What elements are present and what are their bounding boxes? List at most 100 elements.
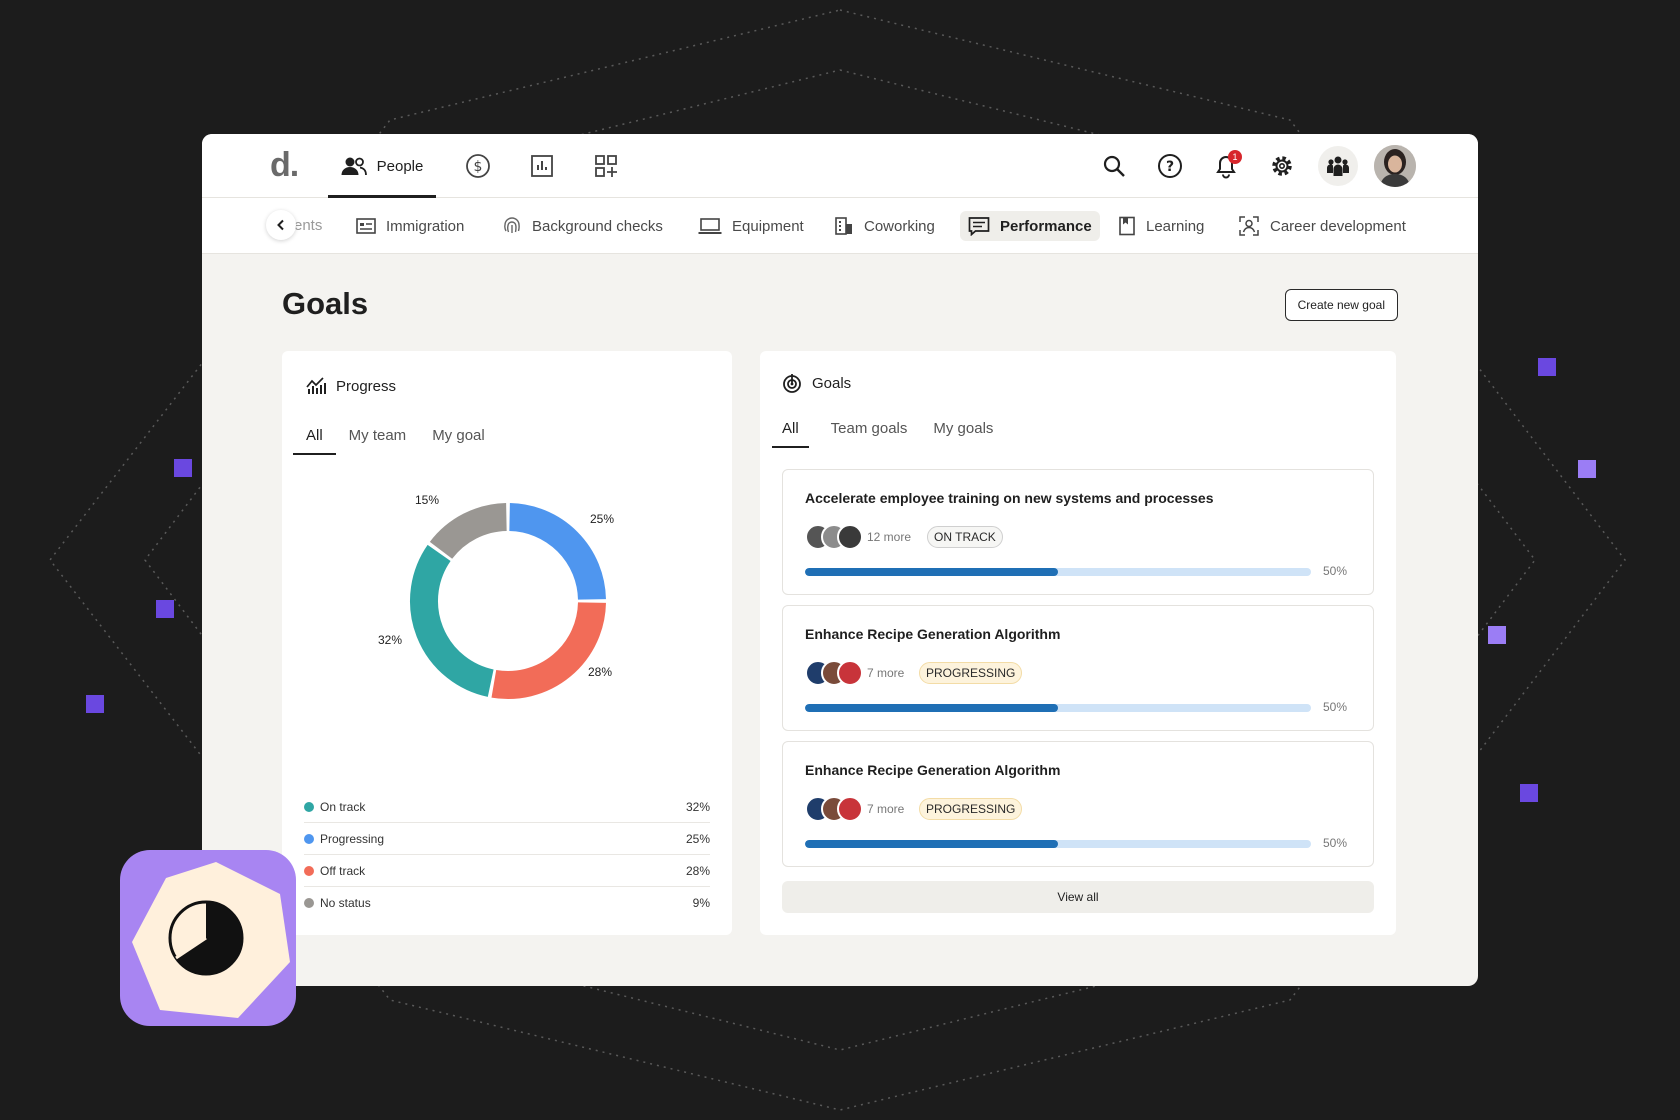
legend-row-no-status: No status 9%	[304, 887, 710, 919]
tab-my-goals[interactable]: My goals	[929, 412, 997, 446]
deco-square	[1488, 626, 1506, 644]
help-button[interactable]: ?	[1152, 148, 1188, 184]
sub-nav-label: Career development	[1270, 217, 1406, 235]
user-portrait-icon	[1374, 145, 1416, 187]
legend-row-on-track: On track 32%	[304, 791, 710, 823]
goal-progress-bar	[805, 840, 1311, 848]
progress-card-title: Progress	[336, 377, 397, 395]
sub-nav-label: Coworking	[864, 217, 935, 235]
sub-nav-career-development[interactable]: Career development	[1230, 211, 1414, 241]
notifications-button[interactable]: 1	[1208, 148, 1244, 184]
dollar-circle-icon: $	[466, 154, 490, 178]
goal-assignees	[805, 796, 863, 822]
app-window: d. People $ ? 1 ents Immigration Backgro…	[202, 134, 1478, 986]
legend-value: 9%	[692, 896, 710, 910]
sub-nav-coworking[interactable]: Coworking	[826, 211, 943, 241]
nav-people-tab[interactable]: People	[328, 134, 436, 198]
sub-nav-label: Immigration	[386, 217, 465, 235]
user-focus-icon	[1239, 216, 1259, 236]
apps-grid-icon	[595, 155, 617, 177]
performance-app-badge	[120, 850, 296, 1026]
more-assignees[interactable]: 12 more	[867, 530, 911, 544]
legend-dot	[304, 801, 314, 812]
legend-row-progressing: Progressing 25%	[304, 823, 710, 855]
svg-text:$: $	[474, 159, 483, 175]
tab-my-goal[interactable]: My goal	[419, 419, 498, 453]
sub-nav-immigration[interactable]: Immigration	[348, 211, 472, 241]
status-badge: ON TRACK	[927, 526, 1003, 548]
nav-people-label: People	[376, 157, 424, 175]
tab-all-goals[interactable]: All	[772, 412, 809, 448]
donut-slice-off-track	[491, 601, 606, 699]
progress-legend: On track 32% Progressing 25% Off track 2…	[304, 791, 710, 919]
id-card-icon	[356, 218, 376, 234]
nav-payroll-icon[interactable]: $	[464, 152, 492, 180]
deco-square	[86, 695, 104, 713]
assignee-avatar	[837, 796, 863, 822]
sub-navigation: ents Immigration Background checks Equip…	[202, 198, 1478, 254]
fingerprint-icon	[504, 217, 520, 233]
legend-label: Progressing	[320, 831, 385, 846]
laptop-icon	[698, 218, 722, 234]
goals-card: Goals All Team goals My goals Accelerate…	[760, 351, 1396, 935]
slice-label-off-track: 28%	[588, 665, 613, 679]
view-all-button[interactable]: View all	[782, 881, 1374, 913]
people-icon	[341, 157, 367, 176]
goal-progress-bar	[805, 568, 1311, 576]
legend-dot	[304, 898, 314, 908]
deco-square	[1538, 358, 1556, 376]
sub-nav-item-truncated[interactable]: ents	[294, 211, 322, 241]
sub-nav-performance[interactable]: Performance	[960, 211, 1100, 241]
goal-item[interactable]: Enhance Recipe Generation Algorithm 7 mo…	[782, 605, 1374, 731]
goal-item[interactable]: Enhance Recipe Generation Algorithm 7 mo…	[782, 741, 1374, 867]
search-icon	[1103, 155, 1125, 177]
progress-tabs: All My team My goal	[293, 419, 498, 455]
settings-button[interactable]	[1264, 148, 1300, 184]
legend-label: Off track	[320, 863, 366, 878]
legend-dot	[304, 833, 314, 844]
top-navigation: d. People $ ? 1	[202, 134, 1478, 198]
more-assignees[interactable]: 7 more	[867, 802, 904, 816]
sub-nav-learning[interactable]: Learning	[1110, 211, 1212, 241]
scroll-left-button[interactable]	[266, 210, 296, 240]
search-button[interactable]	[1096, 148, 1132, 184]
goal-progress-percent: 50%	[1322, 700, 1347, 714]
tab-my-team[interactable]: My team	[336, 419, 420, 453]
deco-square	[1520, 784, 1538, 802]
goal-assignees	[805, 524, 863, 550]
goals-card-title: Goals	[812, 374, 852, 392]
more-assignees[interactable]: 7 more	[867, 666, 904, 680]
create-new-goal-button[interactable]: Create new goal	[1284, 289, 1398, 321]
tab-team-goals[interactable]: Team goals	[809, 412, 930, 446]
assignee-avatar	[837, 660, 863, 686]
assignee-avatar	[837, 524, 863, 550]
nav-apps-icon[interactable]	[592, 152, 620, 180]
sub-nav-label: Equipment	[732, 217, 804, 235]
gear-icon	[1272, 156, 1292, 176]
slice-label-on-track: 32%	[378, 633, 403, 647]
tab-all[interactable]: All	[293, 419, 336, 455]
legend-label: No status	[320, 896, 371, 910]
goals-card-header: Goals	[782, 373, 851, 393]
donut-slice-on-track	[410, 544, 495, 697]
legend-value: 32%	[685, 799, 710, 814]
donut-slice-progressing	[508, 503, 606, 601]
legend-label: On track	[320, 799, 366, 814]
slice-label-no-status: 15%	[415, 493, 440, 507]
legend-dot	[304, 865, 314, 876]
goal-progress-fill	[805, 568, 1058, 576]
sub-nav-equipment[interactable]: Equipment	[690, 211, 812, 241]
goal-progress-fill	[805, 840, 1058, 848]
team-switcher-button[interactable]	[1318, 146, 1358, 186]
goal-progress-fill	[805, 704, 1058, 712]
user-avatar[interactable]	[1374, 145, 1416, 187]
nav-reports-icon[interactable]	[528, 152, 556, 180]
line-chart-icon	[306, 377, 326, 394]
sub-nav-background-checks[interactable]: Background checks	[494, 211, 671, 241]
goal-item[interactable]: Accelerate employee training on new syst…	[782, 469, 1374, 595]
bar-chart-icon	[531, 155, 553, 177]
goal-title: Accelerate employee training on new syst…	[805, 490, 1214, 506]
progress-card: Progress All My team My goal 25% 28% 32%…	[282, 351, 732, 935]
deco-square	[1578, 460, 1596, 478]
deco-square	[174, 459, 192, 477]
